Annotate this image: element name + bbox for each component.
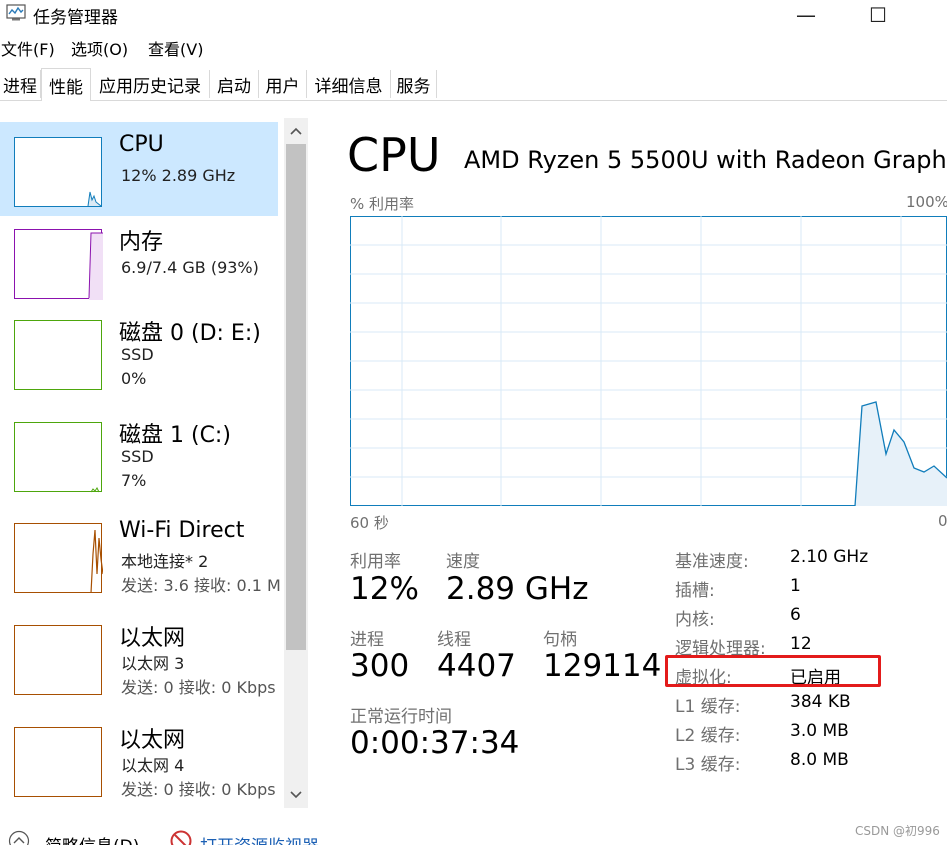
resource-item-ethernet-4[interactable]: 以太网 以太网 4 发送: 0 接收: 0 Kbps	[0, 712, 278, 806]
menu-view[interactable]: 查看(V)	[148, 36, 203, 60]
resource-item-disk-1[interactable]: 磁盘 1 (C:) SSD 7%	[0, 407, 278, 501]
tab-services[interactable]: 服务	[391, 70, 437, 98]
tab-startup[interactable]: 启动	[210, 70, 259, 98]
memory-thumbnail-graph	[14, 229, 103, 300]
resource-list: CPU 12% 2.89 GHz 内存 6.9/7.4 GB (93%) 磁盘 …	[0, 118, 284, 808]
minimize-icon: —	[796, 3, 816, 27]
spec-base-speed-label: 基准速度:	[675, 552, 749, 572]
resource-item-wifi-direct[interactable]: Wi-Fi Direct 本地连接* 2 发送: 3.6 接收: 0.1 M	[0, 508, 281, 602]
watermark: CSDN @初996	[855, 824, 940, 838]
cpu-heading: CPU	[347, 128, 441, 182]
spec-sockets-value: 1	[790, 576, 801, 596]
bottom-bar: 简略信息(D) 打开资源监视器	[0, 826, 700, 845]
menu-options[interactable]: 选项(O)	[71, 36, 128, 60]
utilization-label: 利用率	[350, 552, 401, 572]
handles-value: 129114	[543, 648, 662, 684]
resource-item-ethernet-3[interactable]: 以太网 以太网 3 发送: 0 接收: 0 Kbps	[0, 610, 278, 704]
maximize-icon: ☐	[869, 3, 887, 27]
resource-detail: 12% 2.89 GHz	[121, 166, 236, 185]
resource-detail: 以太网 3	[121, 654, 185, 673]
resource-detail: 6.9/7.4 GB (93%)	[121, 258, 259, 277]
resource-detail: 7%	[121, 471, 147, 490]
resource-name: 以太网	[119, 728, 186, 753]
spec-l3-cache-value: 8.0 MB	[790, 750, 849, 770]
spec-l1-cache-value: 384 KB	[790, 692, 851, 712]
virtualization-highlight-box	[665, 655, 881, 687]
resource-detail: 发送: 0 接收: 0 Kbps	[121, 678, 276, 697]
utilization-value: 12%	[350, 571, 419, 607]
task-manager-icon	[6, 4, 26, 22]
resource-detail: 以太网 4	[121, 756, 185, 775]
resource-name: 磁盘 1 (C:)	[119, 423, 231, 448]
processes-label: 进程	[350, 630, 384, 650]
spec-sockets-label: 插槽:	[675, 581, 715, 601]
tab-details[interactable]: 详细信息	[307, 70, 391, 98]
window-title: 任务管理器	[33, 8, 118, 28]
resource-detail: 发送: 0 接收: 0 Kbps	[121, 780, 276, 799]
spec-logical-processors-value: 12	[790, 634, 812, 654]
uptime-label: 正常运行时间	[350, 707, 452, 727]
uptime-value: 0:00:37:34	[350, 725, 520, 761]
utilization-axis-max: 100%	[906, 193, 947, 211]
speed-label: 速度	[446, 552, 480, 572]
resource-name: 内存	[119, 230, 164, 255]
spec-cores-value: 6	[790, 605, 801, 625]
processes-value: 300	[350, 648, 410, 684]
spec-l2-cache-label: L2 缓存:	[675, 726, 741, 746]
resource-monitor-icon	[170, 830, 192, 845]
spec-cores-label: 内核:	[675, 610, 715, 630]
spec-l3-cache-label: L3 缓存:	[675, 755, 741, 775]
resource-item-memory[interactable]: 内存 6.9/7.4 GB (93%)	[0, 214, 278, 308]
resource-name: 磁盘 0 (D: E:)	[119, 321, 261, 346]
spec-l1-cache-label: L1 缓存:	[675, 697, 741, 717]
tab-users[interactable]: 用户	[259, 70, 307, 98]
ethernet-3-thumbnail-graph	[14, 625, 102, 695]
utilization-axis-label: % 利用率	[350, 195, 415, 213]
ethernet-4-thumbnail-graph	[14, 727, 102, 797]
resource-detail: 发送: 3.6 接收: 0.1 M	[121, 576, 281, 595]
speed-value: 2.89 GHz	[446, 571, 589, 607]
resource-item-disk-0[interactable]: 磁盘 0 (D: E:) SSD 0%	[0, 305, 278, 399]
cpu-thumbnail-graph	[14, 137, 102, 207]
tab-performance[interactable]: 性能	[41, 68, 91, 101]
wifi-direct-thumbnail-graph	[14, 523, 103, 594]
minimize-button[interactable]: —	[776, 0, 836, 30]
resource-name: Wi-Fi Direct	[119, 518, 245, 543]
scroll-thumb[interactable]	[286, 144, 306, 650]
fewer-details-link[interactable]: 简略信息(D)	[45, 832, 139, 845]
graph-time-start: 60 秒	[350, 514, 389, 532]
resource-name: CPU	[119, 132, 164, 157]
resource-detail: SSD	[121, 447, 154, 466]
resource-item-cpu[interactable]: CPU 12% 2.89 GHz	[0, 122, 278, 216]
spec-l2-cache-value: 3.0 MB	[790, 721, 849, 741]
tab-app-history[interactable]: 应用历史记录	[91, 70, 210, 98]
resource-detail: 本地连接* 2	[121, 552, 209, 571]
resource-detail: SSD	[121, 345, 154, 364]
collapse-chevron-icon[interactable]	[8, 830, 30, 845]
graph-time-end: 0	[938, 512, 947, 530]
threads-label: 线程	[437, 630, 471, 650]
menu-file[interactable]: 文件(F)	[1, 36, 55, 60]
maximize-button[interactable]: ☐	[848, 0, 908, 30]
tab-processes[interactable]: 进程	[0, 70, 41, 98]
disk-0-thumbnail-graph	[14, 320, 102, 390]
open-resource-monitor-link[interactable]: 打开资源监视器	[200, 832, 319, 845]
resource-detail: 0%	[121, 369, 147, 388]
threads-value: 4407	[437, 648, 516, 684]
resource-name: 以太网	[119, 626, 186, 651]
scroll-up-icon[interactable]	[284, 122, 308, 140]
title-bar: 任务管理器 — ☐	[0, 0, 947, 30]
handles-label: 句柄	[543, 630, 577, 650]
scroll-down-icon[interactable]	[284, 786, 308, 804]
spec-base-speed-value: 2.10 GHz	[790, 547, 869, 567]
cpu-model-name: AMD Ryzen 5 5500U with Radeon Graph...	[464, 146, 947, 174]
disk-1-thumbnail-graph	[14, 422, 102, 493]
resource-list-scrollbar[interactable]	[284, 118, 308, 808]
cpu-utilization-graph	[350, 216, 947, 507]
tab-bar: 进程 性能 应用历史记录 启动 用户 详细信息 服务	[0, 68, 947, 101]
